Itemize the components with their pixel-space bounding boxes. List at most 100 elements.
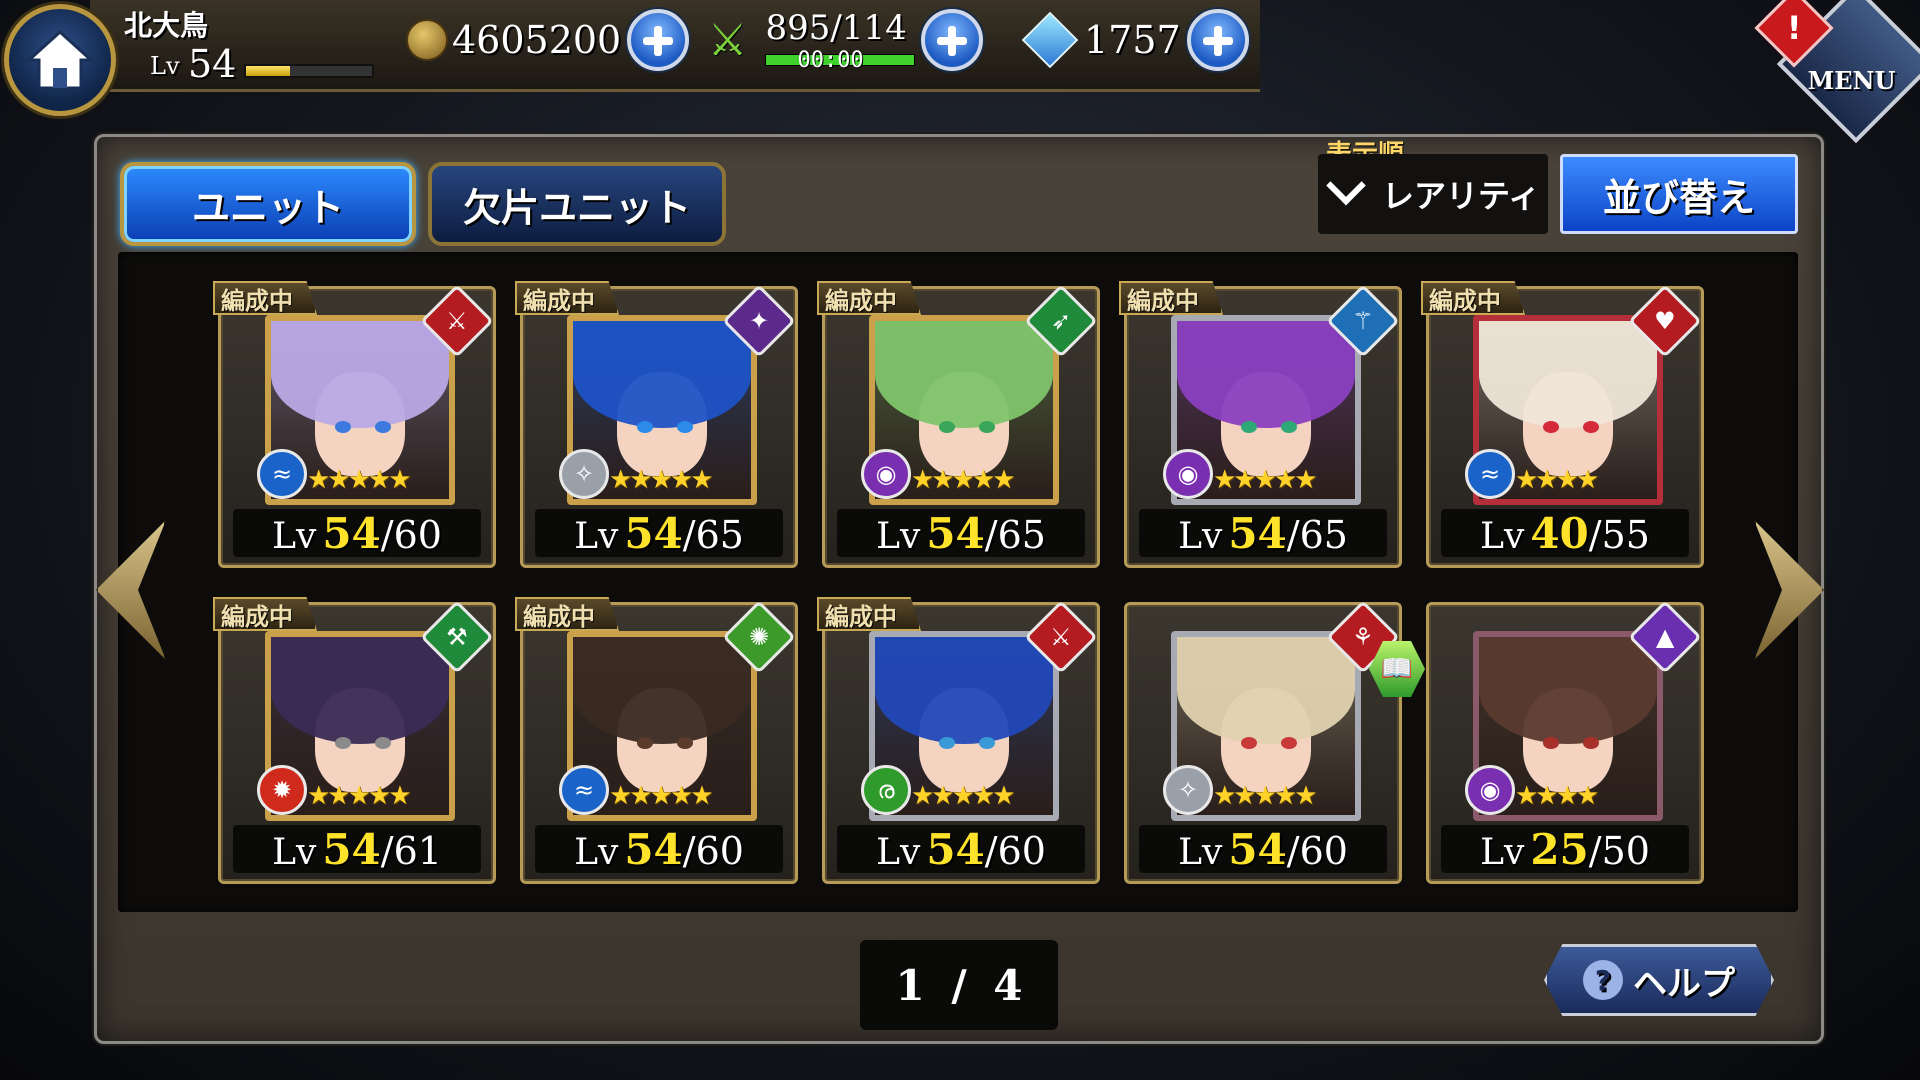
portrait-eye [637,736,653,749]
portrait-eye [1241,420,1257,433]
sort-button-label: 並び替え [1602,175,1755,220]
unit-level: Lv 54/60 [233,509,481,558]
in-formation-badge: 編成中 [817,281,921,315]
level-max: /55 [1588,513,1650,557]
portrait-eye [677,420,693,433]
unit-card[interactable]: 編成中 ✦ ✧ ★★★★★ Lv 54/65 [515,281,798,568]
level-current: 54 [1228,825,1287,874]
help-button[interactable]: ? ヘルプ [1544,944,1774,1016]
portrait-hair [875,321,1053,428]
level-prefix: Lv [876,832,921,873]
home-button[interactable] [4,4,116,116]
player-level: 54 [188,42,237,86]
unit-card[interactable]: 編成中 ⚒ ✹ ★★★★★ Lv 54/61 [213,597,496,884]
element-icon: ✧ [559,449,609,499]
portrait-hair [573,637,751,744]
level-max: /65 [1286,513,1348,557]
tab-unit-fragments[interactable]: 欠片ユニット [428,162,726,246]
level-max: /60 [1286,829,1348,873]
level-prefix: Lv [876,516,921,557]
stamina-meter: 895/114 00:00 [757,8,916,73]
level-prefix: Lv [1178,516,1223,557]
menu-label: MENU [1808,65,1896,95]
rarity-stars: ★★★★★ [1213,781,1318,811]
page-current: 1 [895,960,925,1010]
rarity-stars: ★★★★ [1515,465,1599,495]
level-prefix: Lv [574,516,619,557]
portrait-eye [375,736,391,749]
element-icon: ◉ [861,449,911,499]
crystal-icon [1021,11,1079,69]
unit-card[interactable]: 編成中 ⚔ ≈ ★★★★★ Lv 54/60 [213,281,496,568]
sort-button[interactable]: 並び替え [1560,154,1798,234]
top-bar: 北大鳥 Lv 54 4605200 ⚔ 895/114 00:00 1757 M… [0,0,1920,144]
unit-level: Lv 25/50 [1441,825,1689,874]
unit-level: Lv 54/61 [233,825,481,874]
unit-level: Lv 54/60 [1139,825,1387,874]
question-icon: ? [1583,960,1623,1000]
element-icon: ≈ [257,449,307,499]
pagination: 1 / 4 [860,940,1058,1030]
crossed-swords-icon: ⚔ [708,14,748,66]
element-icon: ര [861,765,911,815]
portrait-eye [939,420,955,433]
unit-card[interactable]: 編成中 ⚔ ര ★★★★★ Lv 54/60 [817,597,1100,884]
unit-card[interactable]: ⚘ ✧ ★★★★★ 📖 Lv 54/60 [1124,600,1425,884]
rarity-stars: ★★★★★ [911,781,1016,811]
stamina-timer: 00:00 [797,48,864,73]
player-level-label: Lv [150,52,180,80]
portrait-hair [1479,321,1657,428]
unit-level: Lv 54/60 [837,825,1085,874]
unit-card[interactable]: 編成中 ⚚ ◉ ★★★★★ Lv 54/65 [1119,281,1402,568]
coin-icon [406,19,448,61]
add-stamina-button[interactable] [921,9,984,71]
rarity-stars: ★★★★★ [307,781,412,811]
portrait-eye [1241,736,1257,749]
portrait-hair [271,637,449,744]
unit-grid: 編成中 ⚔ ≈ ★★★★★ Lv 54/60 編成中 ✦ ✧ ★★★★★ Lv 54/65 編成中 ➶ ◉ ★… [118,252,1798,912]
level-current: 54 [322,509,381,558]
alert-mark: ! [1786,9,1802,47]
portrait-eye [677,736,693,749]
rarity-stars: ★★★★★ [307,465,412,495]
level-current: 25 [1530,825,1589,874]
add-gold-button[interactable] [627,9,690,71]
unit-card[interactable]: 編成中 ✺ ≈ ★★★★★ Lv 54/60 [515,597,798,884]
portrait-hair [875,637,1053,744]
rarity-stars: ★★★★★ [911,465,1016,495]
portrait-hair [1177,637,1355,744]
level-prefix: Lv [1480,516,1525,557]
unit-card[interactable]: 編成中 ♥ ≈ ★★★★ Lv 40/55 [1421,281,1704,568]
help-label: ヘルプ [1633,963,1735,1004]
portrait-hair [1177,321,1355,428]
rarity-stars: ★★★★★ [1213,465,1318,495]
unit-level: Lv 54/65 [837,509,1085,558]
unit-card[interactable]: 編成中 ➶ ◉ ★★★★★ Lv 54/65 [817,281,1100,568]
unit-level: Lv 54/65 [1139,509,1387,558]
level-current: 54 [624,509,683,558]
in-formation-badge: 編成中 [213,281,317,315]
sort-order-select[interactable]: レアリティ [1318,154,1548,234]
element-icon: ≈ [1465,449,1515,499]
unit-level: Lv 54/60 [535,825,783,874]
tab-units[interactable]: ユニット [120,162,416,246]
portrait-eye [1583,736,1599,749]
portrait-hair [573,321,751,428]
level-max: /60 [682,829,744,873]
add-gem-button[interactable] [1186,9,1249,71]
tab-units-label: ユニット [191,185,344,230]
portrait-eye [979,420,995,433]
unit-card[interactable]: ▲ ◉ ★★★★ Lv 25/50 [1426,600,1704,884]
level-current: 54 [624,825,683,874]
in-formation-badge: 編成中 [1119,281,1223,315]
portrait-eye [979,736,995,749]
stamina-value: 895/114 [765,8,907,48]
element-icon: ✧ [1163,765,1213,815]
unit-level: Lv 54/65 [535,509,783,558]
level-prefix: Lv [1178,832,1223,873]
element-icon: ◉ [1465,765,1515,815]
home-icon [25,29,95,90]
portrait-eye [1543,736,1559,749]
portrait-eye [375,420,391,433]
level-prefix: Lv [272,516,317,557]
